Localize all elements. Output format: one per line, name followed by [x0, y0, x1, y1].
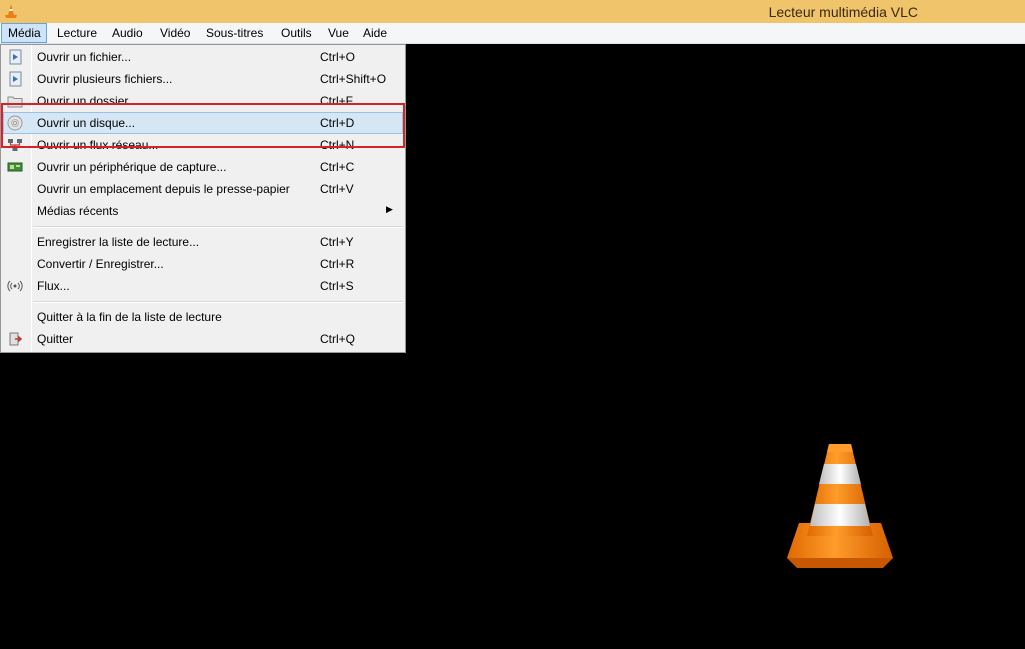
menu-item-open-folder[interactable]: Ouvrir un dossier... Ctrl+F: [3, 90, 403, 112]
menu-separator: [33, 301, 403, 303]
menu-item-open-network-stream[interactable]: Ouvrir un flux réseau... Ctrl+N: [3, 134, 403, 156]
capture-card-icon: [7, 162, 23, 172]
menu-sous-titres[interactable]: Sous-titres: [206, 23, 263, 43]
menu-item-convert-save[interactable]: Convertir / Enregistrer... Ctrl+R: [3, 253, 403, 275]
menu-item-quit[interactable]: Quitter Ctrl+Q: [3, 328, 403, 350]
quit-icon: [9, 332, 23, 346]
menu-item-open-from-clipboard[interactable]: Ouvrir un emplacement depuis le presse-p…: [3, 178, 403, 200]
submenu-arrow-icon: ▶: [386, 204, 393, 214]
folder-icon: [7, 96, 23, 108]
title-bar: Lecteur multimédia VLC: [0, 0, 1025, 23]
disc-icon: [7, 115, 23, 131]
menu-item-open-file[interactable]: Ouvrir un fichier... Ctrl+O: [3, 46, 403, 68]
menu-aide[interactable]: Aide: [363, 23, 387, 43]
menu-media[interactable]: Média: [1, 23, 47, 43]
menu-item-save-playlist[interactable]: Enregistrer la liste de lecture... Ctrl+…: [3, 231, 403, 253]
stream-icon: [7, 280, 23, 292]
menu-item-recent-media[interactable]: Médias récents ▶: [3, 200, 403, 222]
menu-item-open-multiple-files[interactable]: Ouvrir plusieurs fichiers... Ctrl+Shift+…: [3, 68, 403, 90]
vlc-cone-logo-icon: [787, 444, 893, 568]
menu-bar: Média Lecture Audio Vidéo Sous-titres Ou…: [0, 23, 1025, 44]
menu-video[interactable]: Vidéo: [160, 23, 190, 43]
media-menu-dropdown: Ouvrir un fichier... Ctrl+O Ouvrir plusi…: [0, 44, 406, 353]
menu-outils[interactable]: Outils: [281, 23, 312, 43]
window-title: Lecteur multimédia VLC: [768, 4, 918, 20]
menu-lecture[interactable]: Lecture: [57, 23, 97, 43]
network-icon: [8, 139, 22, 151]
menu-separator: [33, 226, 403, 228]
menu-item-stream[interactable]: Flux... Ctrl+S: [3, 275, 403, 297]
play-file-icon: [9, 71, 22, 87]
menu-item-open-disc[interactable]: Ouvrir un disque... Ctrl+D: [3, 112, 403, 134]
menu-audio[interactable]: Audio: [112, 23, 143, 43]
play-file-icon: [9, 49, 22, 65]
menu-item-quit-at-end-of-playlist[interactable]: Quitter à la fin de la liste de lecture: [3, 306, 403, 328]
menu-vue[interactable]: Vue: [328, 23, 349, 43]
menu-item-open-capture-device[interactable]: Ouvrir un périphérique de capture... Ctr…: [3, 156, 403, 178]
